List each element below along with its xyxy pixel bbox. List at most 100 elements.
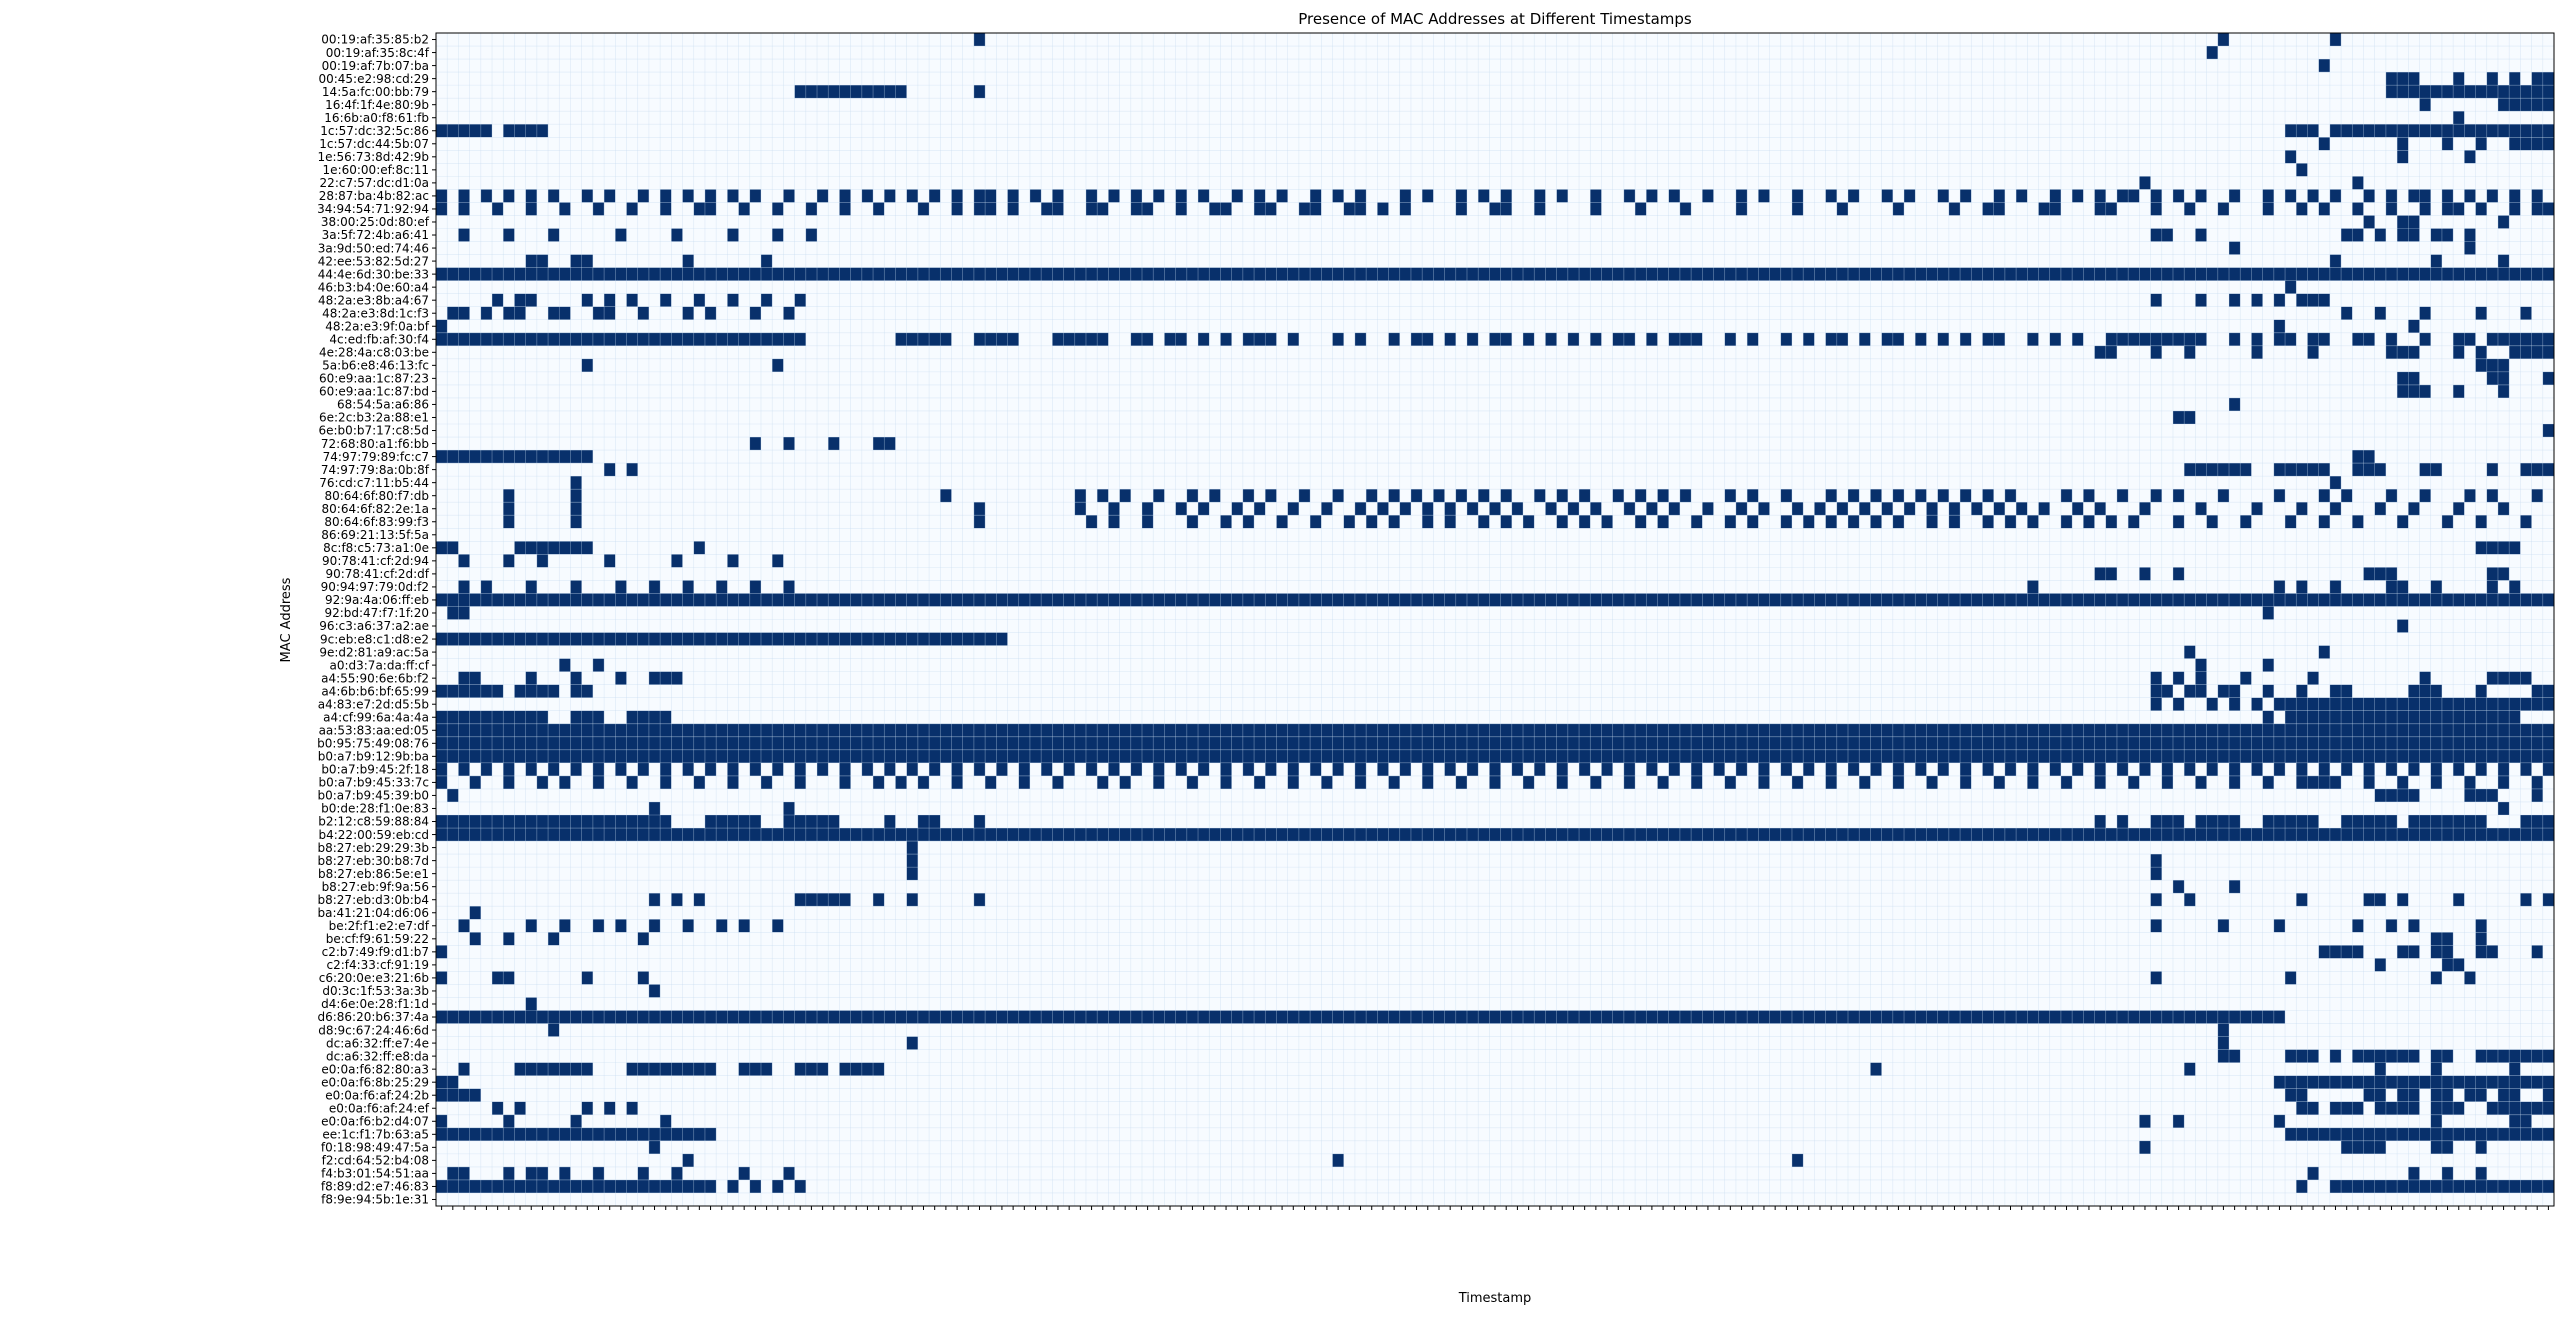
presence-cell [794, 293, 806, 307]
presence-cell [1534, 762, 1546, 776]
presence-cell [1388, 515, 1400, 529]
presence-cell [794, 1062, 829, 1076]
presence-cell [1724, 332, 1736, 346]
presence-cell [2083, 515, 2095, 529]
presence-cell [1366, 515, 1378, 529]
presence-cell [570, 710, 605, 724]
presence-cell [671, 228, 683, 242]
presence-cell [1724, 775, 1736, 789]
presence-cell [1455, 489, 1467, 503]
y-tick-label: 00:19:af:35:85:b2 [321, 33, 429, 47]
presence-cell [839, 775, 851, 789]
presence-cell [2016, 189, 2028, 203]
presence-cell [929, 762, 941, 776]
presence-cell [1332, 489, 1344, 503]
presence-cell [2385, 762, 2398, 776]
presence-cell [436, 762, 448, 776]
y-tick-label: b8:27:eb:86:5e:e1 [318, 867, 429, 881]
presence-cell [985, 775, 997, 789]
presence-cell [503, 762, 515, 776]
presence-cell [951, 762, 963, 776]
presence-cell [1758, 502, 1770, 516]
presence-cell [2363, 567, 2398, 581]
presence-cell [1971, 502, 1983, 516]
presence-cell [973, 762, 986, 776]
presence-cell [682, 1153, 694, 1167]
presence-cell [2262, 202, 2274, 216]
presence-cell [1791, 202, 1804, 216]
presence-cell [1085, 515, 1098, 529]
presence-cell [548, 1023, 560, 1037]
y-tick-label: b0:95:75:49:08:76 [317, 737, 429, 751]
presence-cell [1848, 489, 1860, 503]
presence-cell [1399, 762, 1411, 776]
presence-cell [458, 1062, 470, 1076]
presence-cell [604, 189, 616, 203]
y-tick-label: a0:d3:7a:da:ff:cf [329, 658, 429, 672]
presence-cell [1848, 515, 1860, 529]
presence-cell [2497, 775, 2510, 789]
presence-cell [1758, 775, 1770, 789]
presence-cell [1982, 489, 1994, 503]
presence-cell [1791, 502, 1804, 516]
presence-cell [1948, 515, 1961, 529]
presence-cell [2520, 306, 2532, 320]
presence-cell [1254, 775, 1266, 789]
presence-cell [458, 762, 470, 776]
presence-cell [1915, 762, 1927, 776]
presence-cell [951, 189, 963, 203]
presence-cell [1455, 202, 1467, 216]
presence-cell [1623, 762, 1636, 776]
presence-cell [1982, 762, 1994, 776]
presence-cell [2195, 775, 2207, 789]
presence-cell [1892, 515, 1905, 529]
presence-cell [873, 893, 885, 907]
presence-cell [2128, 775, 2140, 789]
presence-cell [2374, 958, 2386, 972]
y-tick-label: 28:87:ba:4b:82:ac [319, 189, 429, 203]
presence-cell [1859, 502, 1871, 516]
presence-cell [1892, 489, 1905, 503]
presence-cell [783, 437, 795, 451]
presence-cell [447, 1166, 459, 1180]
presence-cell [772, 228, 784, 242]
presence-cell [1018, 762, 1030, 776]
presence-cell [2150, 815, 2185, 829]
presence-cell [1646, 762, 1658, 776]
presence-cell [1108, 762, 1120, 776]
presence-cell [2363, 215, 2375, 229]
presence-cell [2049, 189, 2061, 203]
presence-cell [2441, 515, 2454, 529]
presence-cell [1534, 489, 1546, 503]
presence-cell [2307, 189, 2319, 203]
presence-cell [1231, 189, 1243, 203]
presence-cell [2229, 241, 2241, 255]
presence-cell [2307, 671, 2319, 685]
presence-cell [1478, 189, 1490, 203]
presence-cell [436, 1114, 448, 1128]
presence-cell [2139, 176, 2151, 190]
presence-cell [1310, 762, 1322, 776]
presence-cell [2453, 762, 2465, 776]
presence-cell [1142, 515, 1154, 529]
presence-cell [2475, 306, 2487, 320]
presence-cell [2453, 893, 2465, 907]
presence-cell [1153, 489, 1165, 503]
presence-cell [2251, 332, 2263, 346]
presence-cell [2229, 697, 2241, 711]
presence-cell [917, 775, 930, 789]
presence-cell [2206, 762, 2218, 776]
presence-cell [1948, 502, 1961, 516]
presence-cell [1276, 515, 1288, 529]
presence-cell [2430, 1114, 2442, 1128]
presence-cell [727, 293, 739, 307]
y-tick-label: a4:55:90:6e:6b:f2 [321, 671, 429, 685]
presence-cell [2453, 111, 2465, 125]
presence-cell [436, 332, 806, 346]
presence-cell [2497, 801, 2510, 815]
presence-cell [1534, 189, 1546, 203]
y-tick-label: b8:27:eb:29:29:3b [317, 841, 429, 855]
presence-cell [1601, 515, 1613, 529]
y-tick-label: 90:78:41:cf:2d:94 [322, 554, 429, 568]
presence-cell [604, 554, 616, 568]
